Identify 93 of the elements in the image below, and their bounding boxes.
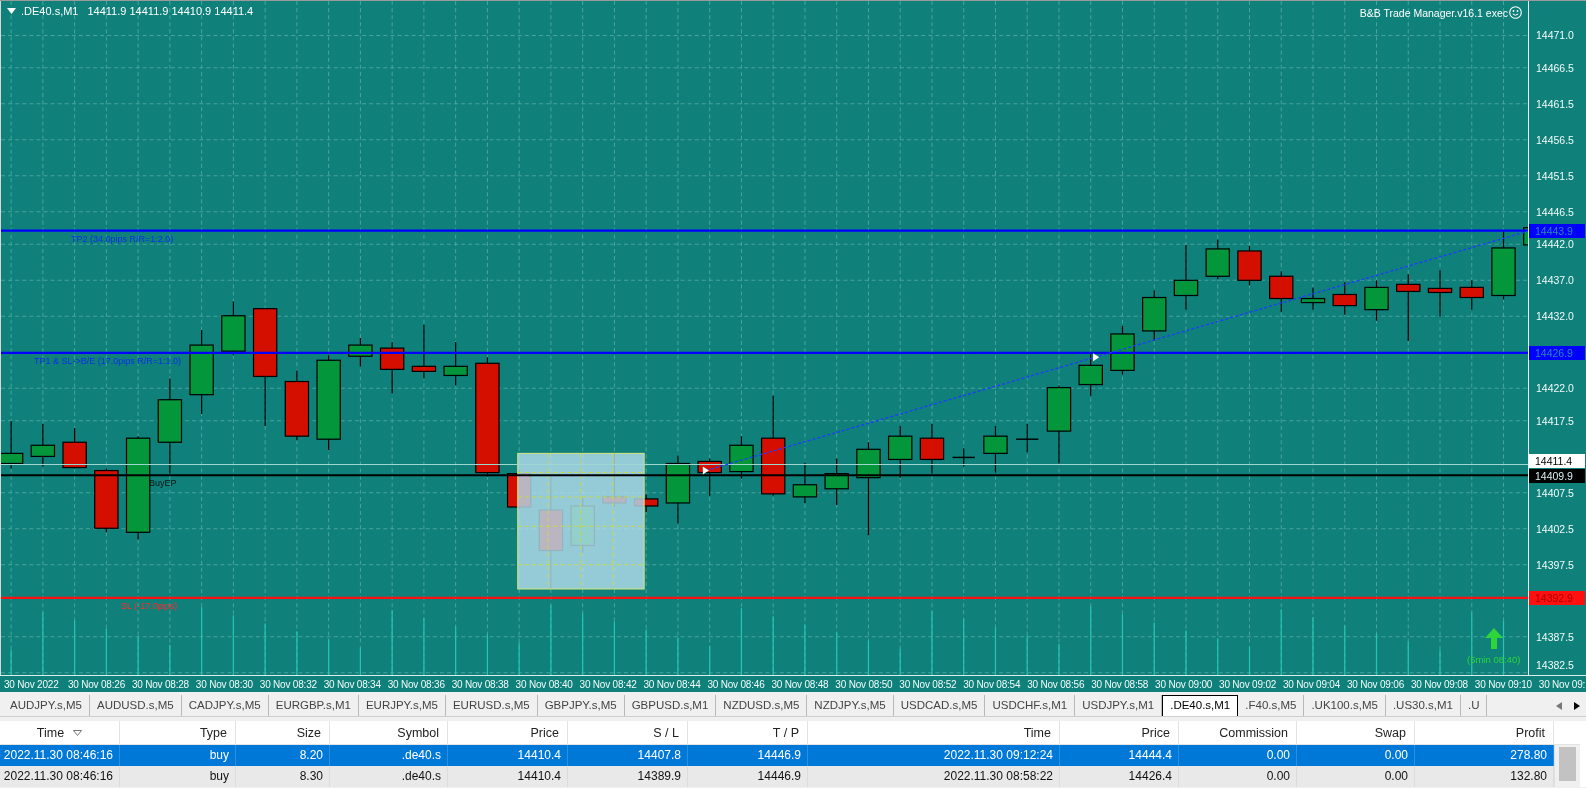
table-cell: 14426.4: [1060, 766, 1179, 787]
price-tag: 14392.9: [1529, 590, 1585, 605]
table-cell: 0.00: [1179, 745, 1297, 766]
table-cell: buy: [120, 766, 236, 787]
time-label: 30 Nov 09:08: [1410, 678, 1468, 691]
price-label: 14432.0: [1536, 309, 1574, 324]
price-tag: 14411.4: [1529, 453, 1585, 468]
table-cell: 14410.4: [448, 745, 568, 766]
chart-tab[interactable]: CADJPY.s,M5: [181, 695, 269, 716]
time-label: 30 Nov 08:52: [899, 678, 957, 691]
time-label: 30 Nov 08:42: [579, 678, 637, 691]
price-tag: 14426.9: [1529, 345, 1585, 360]
price-label: 14451.5: [1536, 168, 1574, 183]
time-label: 30 Nov 08:50: [835, 678, 893, 691]
table-cell: 2022.11.30 08:58:22: [808, 766, 1060, 787]
time-label: 30 Nov 08:54: [963, 678, 1021, 691]
time-label: 30 Nov 08:30: [195, 678, 253, 691]
price-label: 14471.0: [1536, 28, 1574, 43]
level-label: SL (-17.0pips): [121, 600, 178, 612]
time-label: 30 Nov 08:56: [1027, 678, 1085, 691]
time-label: 30 Nov 08:58: [1091, 678, 1149, 691]
price-label: 14446.5: [1536, 204, 1574, 219]
time-label: 30 Nov 08:36: [387, 678, 445, 691]
price-label: 14461.5: [1536, 96, 1574, 111]
table-cell: 278.80: [1415, 745, 1554, 766]
table-cell: 14446.9: [688, 745, 808, 766]
table-cell: 0.00: [1297, 745, 1415, 766]
price-label: 14456.5: [1536, 132, 1574, 147]
chart-tab[interactable]: GBPUSD.s,M1: [624, 695, 717, 716]
chart-tab[interactable]: .UK100.s,M5: [1304, 695, 1386, 716]
time-label: 30 Nov 08:46: [707, 678, 765, 691]
time-label: 30 Nov 09:06: [1346, 678, 1405, 691]
table-cell: 14407.8: [568, 745, 688, 766]
price-tag: 14409.9: [1529, 469, 1585, 484]
price-tag: 14443.9: [1529, 223, 1585, 238]
chart-tab[interactable]: .F40.s,M5: [1238, 695, 1305, 716]
table-cell: 14410.4: [448, 766, 568, 787]
price-label: 14437.0: [1536, 273, 1574, 288]
table-cell: 2022.11.30 09:12:24: [808, 745, 1060, 766]
chart-tab[interactable]: .U: [1460, 695, 1488, 716]
price-label: 14387.5: [1536, 629, 1574, 644]
table-cell: 2022.11.30 08:46:16: [0, 766, 120, 787]
level-label: TP1 & SL->B/E (17.0pips R/R=1:1.0): [34, 355, 182, 367]
time-label: 30 Nov 08:26: [67, 678, 126, 691]
table-cell: 14389.9: [568, 766, 688, 787]
time-label: 30 Nov 08:32: [259, 678, 317, 691]
price-label: 14442.0: [1536, 237, 1574, 252]
time-label: 30 Nov 08:40: [515, 678, 573, 691]
time-label: 30 Nov 09:10: [1474, 678, 1532, 691]
time-label: 30 Nov 08:28: [131, 678, 189, 691]
table-cell: 2022.11.30 08:46:16: [0, 745, 120, 766]
price-label: 14402.5: [1536, 521, 1574, 536]
table-cell: 8.30: [236, 766, 330, 787]
time-label: 30 Nov 2022: [4, 678, 59, 691]
table-cell: buy: [120, 745, 236, 766]
chart-tab[interactable]: GBPJPY.s,M5: [537, 695, 625, 716]
chart-tab[interactable]: EURJPY.s,M5: [358, 695, 446, 716]
chart-tab[interactable]: NZDJPY.s,M5: [807, 695, 894, 716]
table-cell: 14446.9: [688, 766, 808, 787]
chart-tab[interactable]: USDCHF.s,M1: [985, 695, 1076, 716]
time-label: 30 Nov 08:48: [771, 678, 829, 691]
price-label: 14382.5: [1536, 658, 1574, 672]
chart-tab[interactable]: .DE40.s,M1: [1162, 695, 1239, 716]
indicator-name: B&B Trade Manager.v16.1 exec: [1359, 6, 1508, 19]
chart-tab[interactable]: EURGBP.s,M1: [268, 695, 359, 716]
table-cell: 0.00: [1297, 766, 1415, 787]
level-label: TP2 (34.0pips R/R=1:2.0): [71, 233, 174, 245]
time-label: 30 Nov 09:00: [1155, 678, 1213, 691]
chart-tab[interactable]: AUDJPY.s,M5: [3, 695, 90, 716]
symbol-name: .DE40.s,M1: [21, 5, 79, 17]
chart-tab[interactable]: NZDUSD.s,M5: [716, 695, 808, 716]
price-label: 14407.5: [1536, 485, 1574, 500]
price-label: 14397.5: [1536, 557, 1574, 572]
table-cell: 8.20: [236, 745, 330, 766]
time-label: 30 Nov 09:04: [1283, 678, 1341, 691]
chart-tab[interactable]: EURUSD.s,M5: [445, 695, 538, 716]
price-values: 14411.9 14411.9 14410.9 14411.4: [87, 5, 254, 17]
price-label: 14417.5: [1536, 413, 1574, 428]
time-label: 30 Nov 08:34: [323, 678, 381, 691]
chart-tab[interactable]: AUDUSD.s,M5: [90, 695, 182, 716]
table-cell: 14444.4: [1060, 745, 1179, 766]
time-label: 30 Nov 09:02: [1219, 678, 1277, 691]
time-label: 30 Nov 08:44: [643, 678, 701, 691]
time-label: 30 Nov 08:38: [451, 678, 509, 691]
table-cell: 132.80: [1415, 766, 1554, 787]
chart-tab[interactable]: USDCAD.s,M5: [893, 695, 986, 716]
price-label: 14422.0: [1536, 381, 1574, 396]
table-cell: .de40.s: [330, 766, 448, 787]
table-cell: .de40.s: [330, 745, 448, 766]
table-cell: 0.00: [1179, 766, 1297, 787]
chart-tab[interactable]: .US30.s,M1: [1385, 695, 1461, 716]
time-label: 30 Nov 09:: [1538, 678, 1586, 691]
price-label: 14466.5: [1536, 60, 1574, 75]
